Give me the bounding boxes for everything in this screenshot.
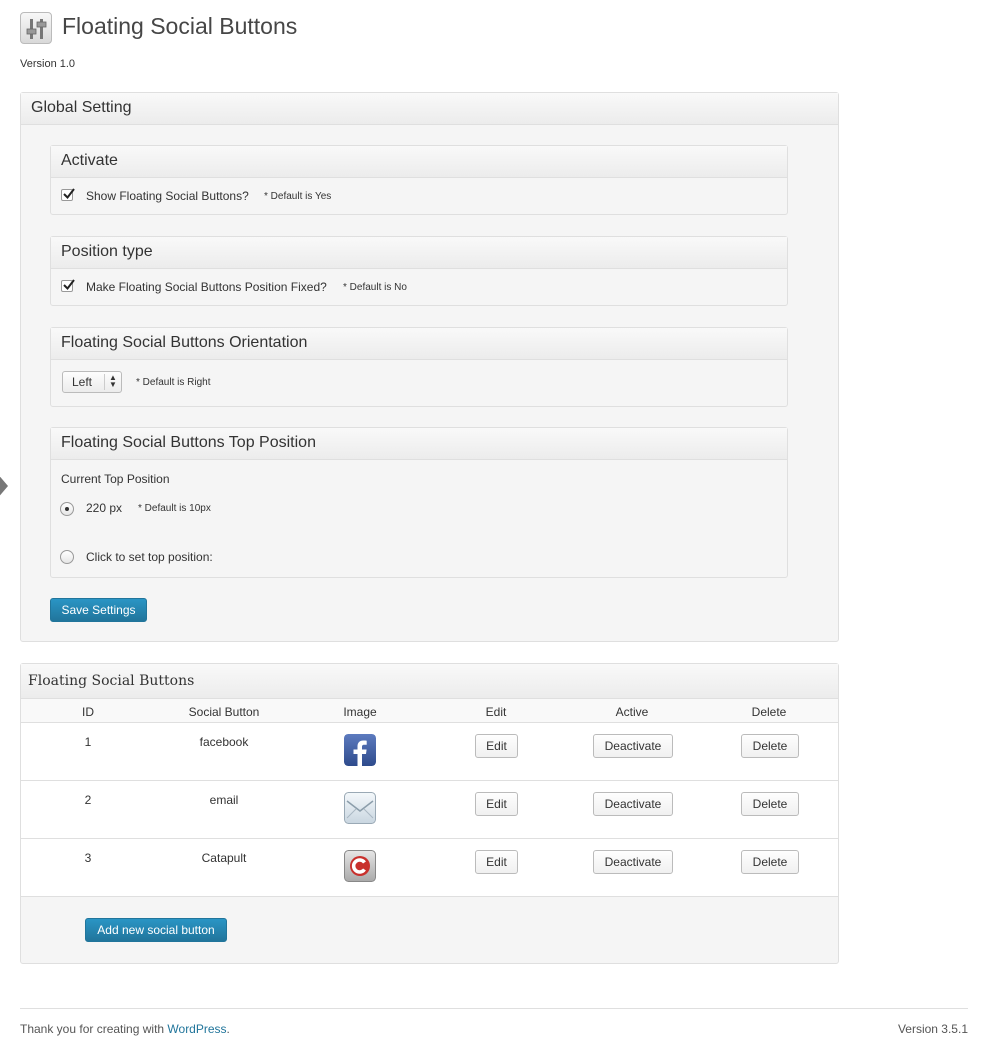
position-fixed-label: Make Floating Social Buttons Position Fi… [86, 280, 327, 294]
edit-button[interactable]: Edit [475, 792, 518, 816]
row-social-name: email [209, 793, 239, 807]
delete-button[interactable]: Delete [741, 850, 799, 874]
plugin-version: Version 1.0 [20, 58, 76, 70]
show-buttons-default-note: * Default is Yes [264, 191, 332, 202]
deactivate-button[interactable]: Deactivate [593, 734, 673, 758]
add-social-button[interactable]: Add new social button [85, 918, 227, 942]
page-title: Floating Social Buttons [62, 13, 298, 39]
footer-credit-prefix: Thank you for creating with [20, 1022, 168, 1036]
row-social-name: Catapult [201, 851, 247, 865]
wordpress-link[interactable]: WordPress [167, 1022, 226, 1036]
orientation-selected-value: Left [72, 375, 93, 389]
table-header-row [21, 699, 838, 723]
table-row [21, 839, 838, 896]
edit-button[interactable]: Edit [475, 734, 518, 758]
delete-button[interactable]: Delete [741, 792, 799, 816]
delete-button[interactable]: Delete [741, 734, 799, 758]
save-settings-button[interactable]: Save Settings [50, 598, 147, 622]
show-buttons-label: Show Floating Social Buttons? [86, 189, 249, 203]
column-header-id: ID [82, 705, 94, 719]
collapse-arrow-icon[interactable] [0, 472, 8, 500]
activate-title: Activate [51, 146, 787, 178]
orientation-box: Floating Social Buttons Orientation [50, 327, 788, 407]
catapult-icon [344, 850, 376, 882]
column-header-image: Image [343, 705, 377, 719]
facebook-icon [344, 734, 376, 766]
top-position-title: Floating Social Buttons Top Position [51, 428, 787, 460]
table-row [21, 723, 838, 780]
column-header-delete: Delete [751, 705, 787, 719]
position-fixed-checkbox[interactable] [61, 279, 75, 292]
position-type-box: Position type [50, 236, 788, 306]
current-position-value: 220 px [86, 501, 123, 515]
global-setting-title: Global Setting [21, 93, 838, 125]
orientation-select[interactable]: Left ▲ ▼ [62, 371, 122, 393]
show-buttons-checkbox[interactable] [61, 188, 75, 201]
column-header-active: Active [615, 705, 649, 719]
deactivate-button[interactable]: Deactivate [593, 850, 673, 874]
set-position-label: Click to set top position: [86, 550, 213, 564]
set-position-radio[interactable] [60, 550, 74, 564]
footer-credit-suffix: . [226, 1022, 230, 1036]
social-buttons-title: Floating Social Buttons [21, 664, 838, 699]
column-header-social-button: Social Button [188, 705, 260, 719]
table-row [21, 781, 838, 838]
select-arrows-icon: ▲ ▼ [109, 373, 117, 389]
orientation-title: Floating Social Buttons Orientation [51, 328, 787, 360]
position-fixed-default-note: * Default is No [343, 282, 407, 293]
footer-version: Version 3.5.1 [897, 1022, 968, 1036]
plugin-settings-icon [20, 12, 52, 44]
footer-divider [20, 1008, 968, 1009]
position-type-title: Position type [51, 237, 787, 269]
column-header-edit: Edit [485, 705, 507, 719]
activate-box: Activate [50, 145, 788, 215]
email-icon [344, 792, 376, 824]
footer-credit: Thank you for creating with WordPress. [20, 1022, 230, 1036]
edit-button[interactable]: Edit [475, 850, 518, 874]
row-social-name: facebook [199, 735, 249, 749]
orientation-default-note: * Default is Right [136, 377, 211, 388]
row-id: 2 [84, 793, 92, 807]
deactivate-button[interactable]: Deactivate [593, 792, 673, 816]
row-id: 1 [84, 735, 92, 749]
current-position-radio[interactable] [60, 502, 74, 516]
row-id: 3 [84, 851, 92, 865]
current-top-position-label: Current Top Position [61, 472, 170, 486]
top-position-default-note: * Default is 10px [138, 503, 211, 514]
